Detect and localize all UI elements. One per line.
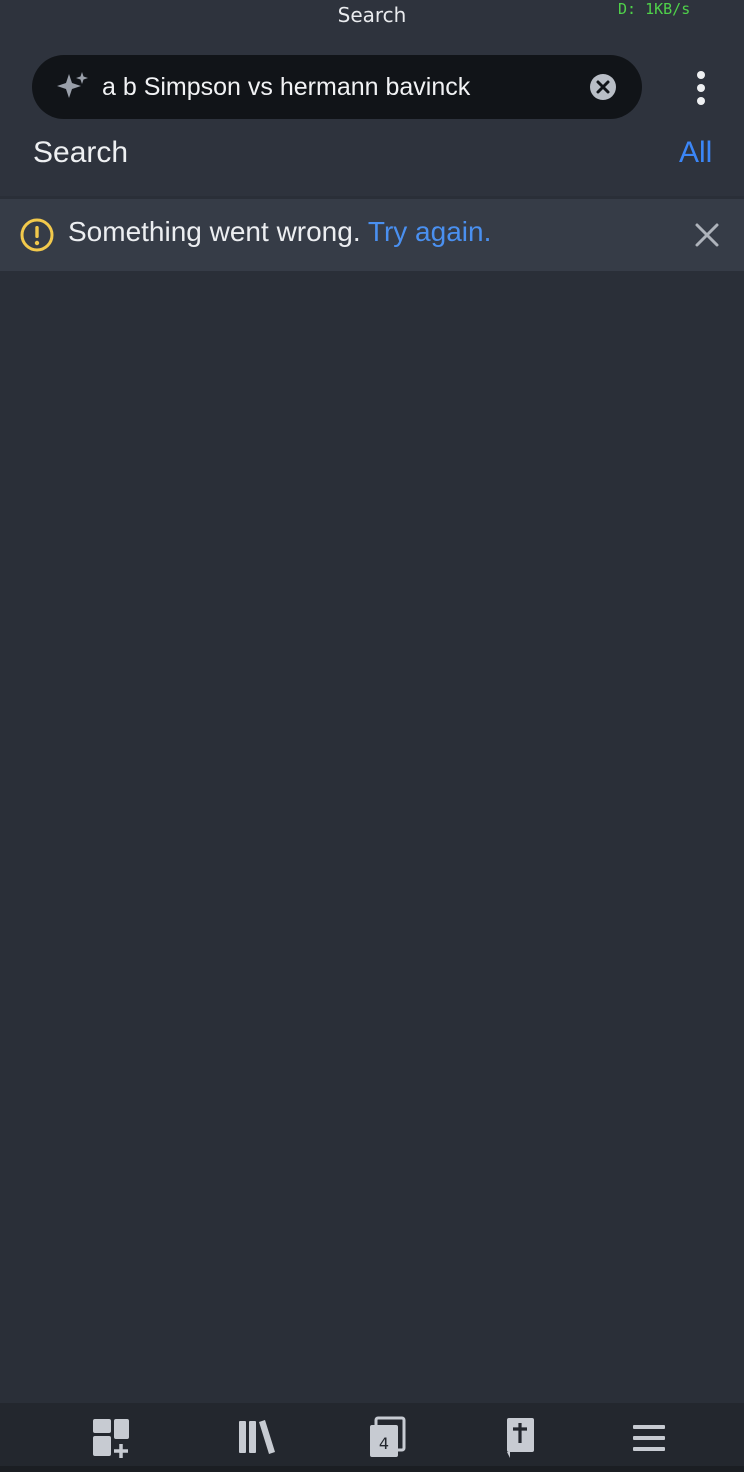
network-speed-indicator: D: 1KB/s	[618, 0, 691, 18]
system-nav-bar	[0, 1466, 744, 1472]
app-root: Search D: 1KB/s Search All	[0, 0, 744, 1472]
error-message-text: Something went wrong.	[68, 216, 361, 247]
error-banner: Something went wrong. Try again.	[0, 199, 744, 271]
close-icon[interactable]	[692, 220, 722, 250]
top-bar: Search D: 1KB/s Search All	[0, 0, 744, 196]
search-bar[interactable]	[32, 55, 642, 119]
menu-icon[interactable]	[626, 1415, 672, 1461]
sparkle-icon[interactable]	[56, 70, 90, 104]
try-again-link[interactable]: Try again.	[368, 216, 491, 247]
bible-icon[interactable]	[496, 1415, 542, 1461]
search-input[interactable]	[102, 55, 572, 119]
filter-all-button[interactable]: All	[679, 136, 712, 170]
bottom-nav: 4	[0, 1403, 744, 1472]
tabs-icon[interactable]: 4	[364, 1415, 410, 1461]
section-label: Search	[33, 136, 129, 169]
library-icon[interactable]	[234, 1415, 280, 1461]
tabs-count: 4	[379, 1434, 389, 1453]
dashboard-add-icon[interactable]	[88, 1415, 134, 1461]
more-vertical-icon[interactable]	[686, 68, 716, 108]
error-message: Something went wrong. Try again.	[68, 216, 491, 248]
clear-icon[interactable]	[588, 72, 618, 102]
warning-icon	[20, 218, 54, 252]
